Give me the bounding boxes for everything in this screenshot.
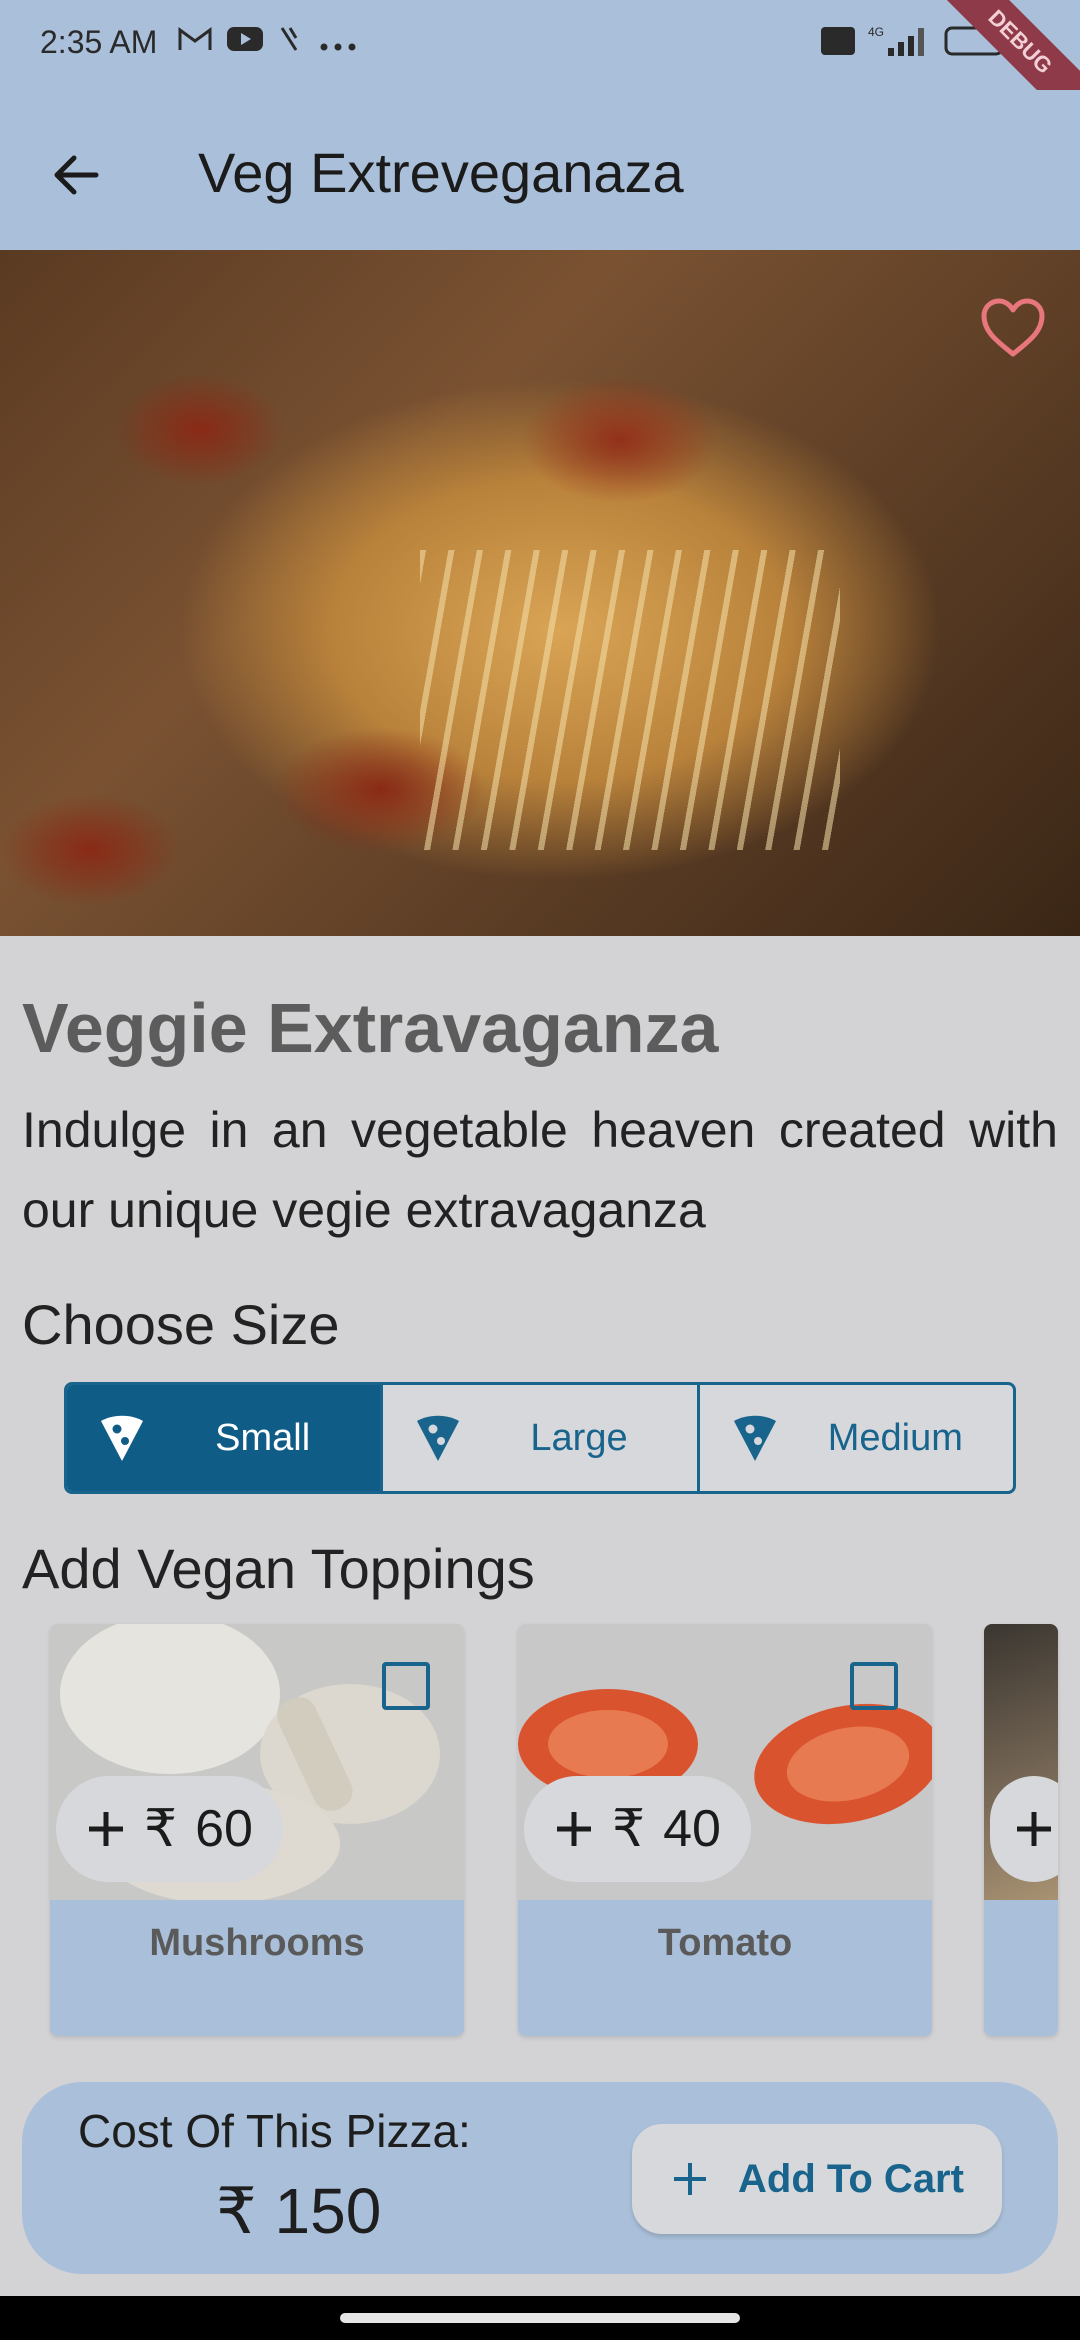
plus-icon: [89, 1812, 123, 1846]
topping-price-value: 60: [195, 1800, 253, 1858]
cost-amount: 150: [274, 2175, 382, 2247]
pizza-hero-image: [0, 250, 1080, 936]
cost-value: ₹ 150: [216, 2174, 381, 2249]
system-navigation-bar: [0, 2296, 1080, 2340]
topping-checkbox-mushrooms[interactable]: [382, 1662, 430, 1710]
size-option-large[interactable]: Large: [383, 1385, 700, 1491]
size-label-small: Small: [215, 1416, 311, 1459]
topping-card-tomato[interactable]: ₹ 40 Tomato: [518, 1624, 932, 2036]
topping-price-mushrooms: ₹ 60: [56, 1776, 283, 1882]
svg-text:4G: 4G: [868, 25, 884, 39]
topping-image-partial: [984, 1624, 1058, 1900]
plus-icon: [557, 1812, 591, 1846]
topping-price-partial: [990, 1776, 1058, 1882]
pizza-name: Veggie Extravaganza: [22, 989, 719, 1067]
back-button[interactable]: [40, 140, 110, 210]
pizza-description: Indulge in an vegetable heaven created w…: [22, 1102, 1058, 1238]
size-option-medium[interactable]: Medium: [700, 1385, 1013, 1491]
more-notifications-icon: [318, 26, 358, 60]
youtube-icon: [226, 25, 264, 61]
app-bar-title: Veg Extreveganaza: [198, 141, 684, 204]
size-option-small[interactable]: Small: [67, 1385, 384, 1491]
topping-card-mushrooms[interactable]: ₹ 60 Mushrooms: [50, 1624, 464, 2036]
choose-size-heading: Choose Size: [22, 1293, 340, 1356]
topping-price-tomato: ₹ 40: [524, 1776, 751, 1882]
add-to-cart-label: Add To Cart: [738, 2156, 964, 2201]
topping-name-mushrooms: Mushrooms: [149, 1922, 365, 1964]
favorite-button[interactable]: [978, 294, 1048, 364]
app-notification-icon: [278, 24, 304, 62]
cost-bar: Cost Of This Pizza: ₹ 150 Add To Cart: [22, 2082, 1058, 2274]
topping-price-value: 40: [663, 1800, 721, 1858]
status-bar: 2:35 AM 4G DEBUG: [0, 0, 1080, 143]
pizza-slice-icon: [733, 1415, 776, 1461]
toppings-heading: Add Vegan Toppings: [22, 1537, 535, 1600]
heart-outline-icon: [981, 298, 1045, 357]
topping-name-tomato: Tomato: [657, 1922, 793, 1964]
tomato-image: ₹ 40: [518, 1624, 932, 1900]
status-notification-icons: [178, 24, 358, 62]
plus-icon: [1017, 1812, 1051, 1846]
size-selector: Small Large Medium: [64, 1382, 1016, 1494]
topping-card-partial[interactable]: [984, 1624, 1058, 2036]
plus-icon: [674, 2163, 707, 2195]
currency-symbol: ₹: [612, 1800, 646, 1858]
cheese-texture: [420, 550, 840, 850]
app-bar: Veg Extreveganaza: [0, 90, 1080, 250]
cost-label: Cost Of This Pizza:: [78, 2105, 471, 2157]
size-label-medium: Medium: [827, 1416, 963, 1459]
status-time: 2:35 AM: [40, 24, 158, 60]
pizza-slice-icon: [417, 1415, 460, 1461]
volte-icon: [820, 26, 856, 61]
signal-icon: 4G: [868, 24, 932, 63]
mushrooms-image: ₹ 60: [50, 1624, 464, 1900]
add-to-cart-button[interactable]: Add To Cart: [632, 2124, 1002, 2234]
topping-checkbox-tomato[interactable]: [850, 1662, 898, 1710]
home-gesture-handle[interactable]: [340, 2313, 740, 2323]
arrow-left-icon: [54, 155, 99, 195]
gmail-icon: [178, 26, 212, 60]
currency-symbol: ₹: [216, 2175, 257, 2247]
currency-symbol: ₹: [144, 1800, 178, 1858]
size-label-large: Large: [530, 1416, 628, 1459]
pizza-slice-icon: [101, 1415, 143, 1461]
